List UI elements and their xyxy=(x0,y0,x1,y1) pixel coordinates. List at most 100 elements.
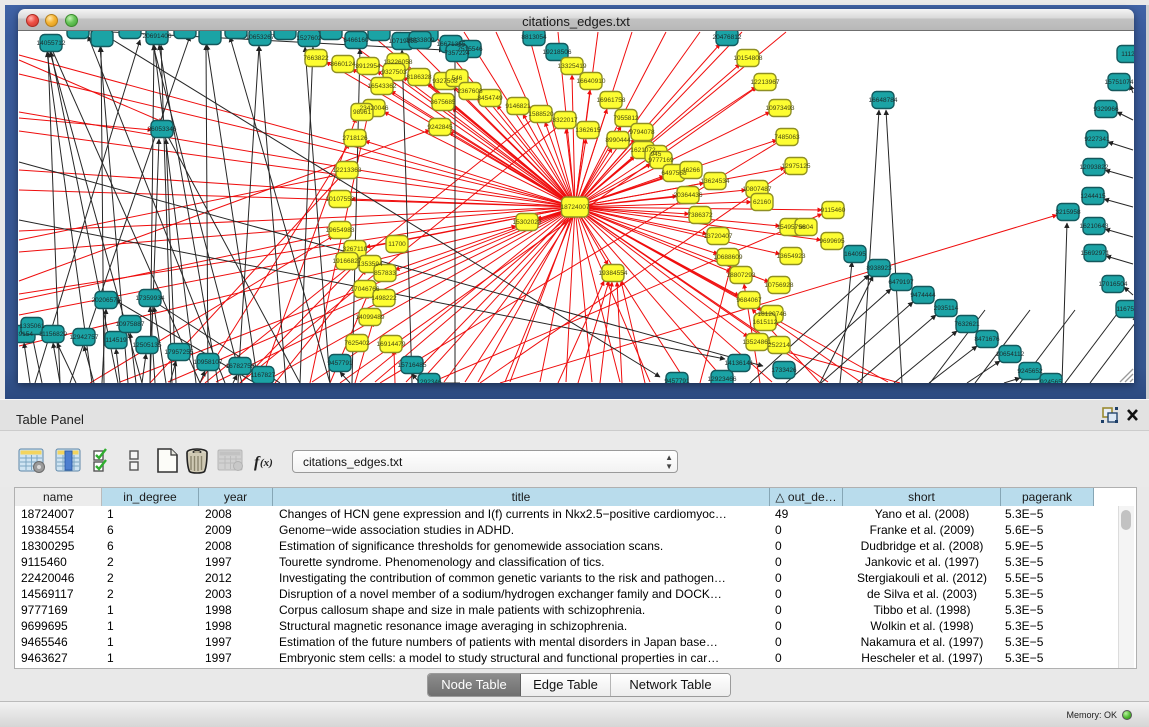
svg-text:13226058: 13226058 xyxy=(384,59,413,66)
svg-text:9115460: 9115460 xyxy=(821,207,846,214)
svg-text:10807487: 10807487 xyxy=(743,186,772,193)
svg-text:1353594: 1353594 xyxy=(357,261,383,268)
svg-text:9327503: 9327503 xyxy=(381,69,407,76)
svg-text:46266: 46266 xyxy=(682,167,700,174)
svg-text:8471676: 8471676 xyxy=(974,336,1000,343)
svg-text:20364436: 20364436 xyxy=(674,192,703,199)
svg-text:9227341: 9227341 xyxy=(1084,136,1110,143)
svg-text:9794078: 9794078 xyxy=(629,129,655,136)
svg-text:7485063: 7485063 xyxy=(774,134,800,141)
svg-text:12975125: 12975125 xyxy=(782,163,811,170)
svg-text:98961: 98961 xyxy=(353,109,371,116)
svg-text:1527602: 1527602 xyxy=(296,35,322,42)
svg-text:19654983: 19654983 xyxy=(326,227,355,234)
svg-text:1112: 1112 xyxy=(1121,51,1134,58)
svg-text:164095: 164095 xyxy=(844,251,866,258)
svg-text:26053346: 26053346 xyxy=(148,126,177,133)
svg-text:1615112: 1615112 xyxy=(753,319,778,326)
svg-text:116753: 116753 xyxy=(1116,306,1134,313)
svg-text:13720407: 13720407 xyxy=(704,233,733,240)
svg-text:18120746: 18120746 xyxy=(758,311,787,318)
svg-text:8186328: 8186328 xyxy=(406,74,432,81)
svg-text:13624534: 13624534 xyxy=(701,178,730,185)
svg-text:15751074: 15751074 xyxy=(1105,79,1134,86)
svg-text:11700: 11700 xyxy=(388,241,406,248)
svg-text:14055712: 14055712 xyxy=(37,40,66,47)
svg-text:17359934: 17359934 xyxy=(136,295,165,302)
svg-text:12093822: 12093822 xyxy=(1080,164,1109,171)
svg-text:7632621: 7632621 xyxy=(954,321,980,328)
svg-text:5804: 5804 xyxy=(799,224,814,231)
svg-text:19384554: 19384554 xyxy=(599,270,628,277)
svg-text:7386372: 7386372 xyxy=(687,212,713,219)
svg-text:9684067: 9684067 xyxy=(736,297,762,304)
svg-text:7955812: 7955812 xyxy=(613,115,639,122)
svg-text:9457791: 9457791 xyxy=(664,378,690,383)
svg-text:1362615: 1362615 xyxy=(575,127,601,134)
svg-text:8813054: 8813054 xyxy=(521,34,547,41)
svg-text:857833: 857833 xyxy=(374,270,396,277)
svg-text:7357224: 7357224 xyxy=(444,50,470,57)
svg-text:12942757: 12942757 xyxy=(70,334,99,341)
svg-text:18724007: 18724007 xyxy=(561,204,590,211)
svg-text:16914479: 16914479 xyxy=(377,341,406,348)
svg-text:6466160: 6466160 xyxy=(343,37,369,44)
svg-text:9457791: 9457791 xyxy=(327,360,353,367)
svg-text:10154808: 10154808 xyxy=(734,55,763,62)
svg-text:10653267: 10653267 xyxy=(246,34,275,41)
svg-text:9146821: 9146821 xyxy=(505,103,531,110)
svg-text:8322017: 8322017 xyxy=(552,117,578,124)
svg-text:114519: 114519 xyxy=(105,337,127,344)
svg-text:39154: 39154 xyxy=(18,331,33,338)
svg-text:9245652: 9245652 xyxy=(1017,368,1043,375)
svg-text:20476812: 20476812 xyxy=(713,34,742,41)
svg-text:9777169: 9777169 xyxy=(648,157,674,164)
svg-text:3675685: 3675685 xyxy=(430,99,456,106)
svg-text:62160: 62160 xyxy=(753,199,771,206)
svg-text:20206576: 20206576 xyxy=(92,297,121,304)
svg-text:15302023: 15302023 xyxy=(513,219,542,226)
svg-text:17046766: 17046766 xyxy=(351,286,380,293)
svg-text:10654112: 10654112 xyxy=(996,351,1025,358)
svg-text:17016504: 17016504 xyxy=(1099,281,1128,288)
svg-text:15692971: 15692971 xyxy=(1081,250,1110,257)
svg-text:12213363: 12213363 xyxy=(333,167,362,174)
svg-text:19218506: 19218506 xyxy=(543,49,572,56)
svg-text:9329966: 9329966 xyxy=(1093,106,1119,113)
svg-text:16640910: 16640910 xyxy=(577,78,606,85)
svg-text:8990444: 8990444 xyxy=(605,137,631,144)
svg-text:14099489: 14099489 xyxy=(356,314,385,321)
svg-text:8912954: 8912954 xyxy=(355,63,381,70)
svg-text:10107553: 10107553 xyxy=(326,196,355,203)
svg-text:546: 546 xyxy=(452,75,463,82)
svg-text:(x): (x) xyxy=(260,457,273,469)
svg-text:18807293: 18807293 xyxy=(727,272,756,279)
svg-text:14136141: 14136141 xyxy=(725,360,754,367)
svg-text:12505135: 12505135 xyxy=(133,342,162,349)
svg-text:13654923: 13654923 xyxy=(777,253,806,260)
svg-text:1733426: 1733426 xyxy=(771,367,797,374)
svg-text:10688609: 10688609 xyxy=(714,254,743,261)
svg-text:7663822: 7663822 xyxy=(303,55,329,62)
svg-text:16648784: 16648784 xyxy=(869,97,898,104)
svg-text:2367608: 2367608 xyxy=(457,88,483,95)
svg-text:9242845: 9242845 xyxy=(427,124,453,131)
svg-text:2935114: 2935114 xyxy=(934,305,959,312)
svg-text:16210643: 16210643 xyxy=(1080,223,1109,230)
svg-text:17957255: 17957255 xyxy=(165,349,194,356)
svg-text:16543362: 16543362 xyxy=(368,83,397,90)
svg-text:8660124: 8660124 xyxy=(330,61,356,68)
svg-text:15716485: 15716485 xyxy=(398,362,427,369)
svg-text:16961758: 16961758 xyxy=(597,97,626,104)
svg-text:11156829: 11156829 xyxy=(39,331,67,338)
svg-text:20691406: 20691406 xyxy=(143,33,172,40)
svg-text:10975887: 10975887 xyxy=(116,321,145,328)
svg-text:8938923: 8938923 xyxy=(866,265,892,272)
svg-text:1335061: 1335061 xyxy=(19,323,45,330)
svg-text:16782759: 16782759 xyxy=(226,363,255,370)
svg-text:924565: 924565 xyxy=(1040,379,1062,383)
svg-text:3267110: 3267110 xyxy=(343,246,368,253)
svg-text:1292346: 1292346 xyxy=(416,379,442,383)
svg-text:13325419: 13325419 xyxy=(558,63,587,70)
svg-text:8454749: 8454749 xyxy=(477,95,503,102)
